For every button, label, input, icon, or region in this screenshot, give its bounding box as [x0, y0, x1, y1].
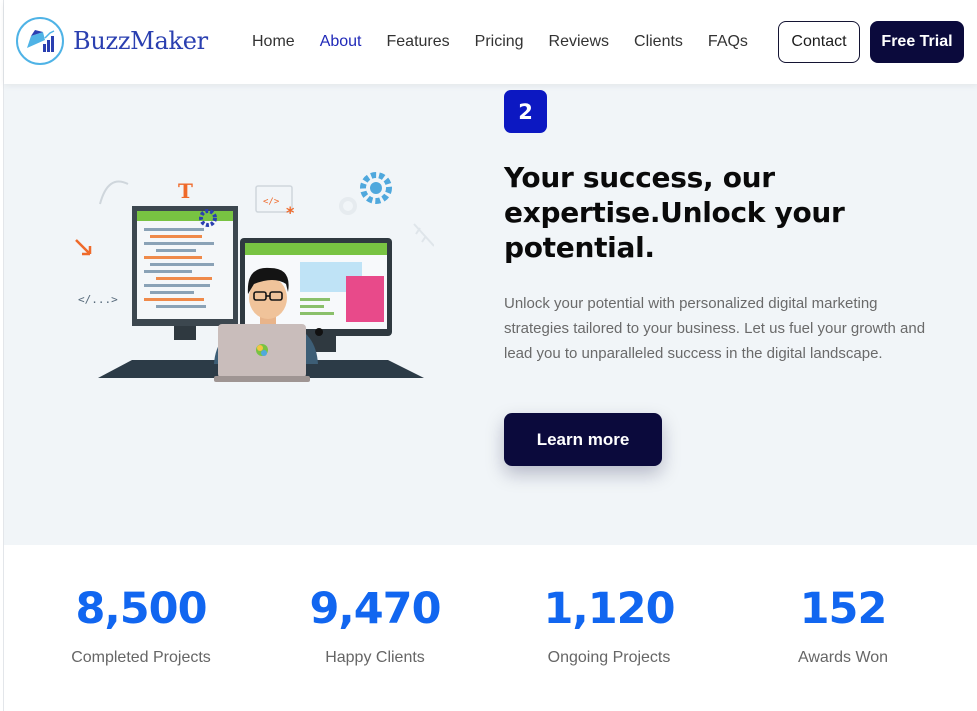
- brand-name: BuzzMaker: [73, 27, 208, 55]
- stat-ongoing-projects: 1,120 Ongoing Projects: [492, 583, 726, 667]
- top-navbar: BuzzMaker Home About Features Pricing Re…: [4, 0, 977, 84]
- stat-completed-projects: 8,500 Completed Projects: [24, 583, 258, 667]
- page-frame: BuzzMaker Home About Features Pricing Re…: [3, 0, 977, 711]
- contact-button[interactable]: Contact: [778, 21, 860, 63]
- learn-more-button[interactable]: Learn more: [504, 413, 662, 466]
- stat-value: 1,120: [543, 584, 675, 634]
- stat-label: Ongoing Projects: [547, 649, 671, 666]
- code-tag-text: </...>: [78, 293, 118, 306]
- code-snippet-text: </>: [263, 197, 280, 207]
- free-trial-button[interactable]: Free Trial: [870, 21, 964, 63]
- nav-link-clients[interactable]: Clients: [634, 33, 683, 51]
- letter-t-icon: T: [178, 179, 193, 203]
- stat-value: 152: [799, 584, 888, 634]
- stat-value: 9,470: [309, 584, 441, 634]
- stat-label: Awards Won: [797, 649, 889, 666]
- svg-text:*: *: [286, 203, 295, 222]
- nav-link-home[interactable]: Home: [252, 33, 295, 51]
- gear-icon: [360, 172, 392, 204]
- stat-label: Happy Clients: [325, 649, 425, 666]
- hero-title: Your success, our expertise.Unlock your …: [504, 161, 845, 264]
- nav-link-reviews[interactable]: Reviews: [549, 33, 609, 51]
- nav-link-faqs[interactable]: FAQs: [708, 33, 748, 51]
- main-menu: Home About Features Pricing Reviews Clie…: [252, 33, 773, 51]
- hero-description: Unlock your potential with personalized …: [504, 295, 926, 362]
- hero-section: </...> T </> * 2 Your success, our exper…: [4, 84, 977, 545]
- nav-link-pricing[interactable]: Pricing: [475, 33, 524, 51]
- logo-icon: [16, 17, 64, 65]
- nav-link-about[interactable]: About: [320, 33, 362, 51]
- stat-label: Completed Projects: [71, 649, 211, 666]
- stat-awards-won: 152 Awards Won: [726, 583, 960, 667]
- stat-value: 8,500: [75, 584, 207, 634]
- brand-logo[interactable]: BuzzMaker: [16, 17, 208, 65]
- stats-section: 8,500 Completed Projects 9,470 Happy Cli…: [4, 545, 977, 711]
- step-number-badge: 2: [504, 90, 547, 133]
- nav-link-features[interactable]: Features: [387, 33, 450, 51]
- stat-happy-clients: 9,470 Happy Clients: [258, 583, 492, 667]
- developer-illustration: </...> T </> *: [64, 164, 435, 404]
